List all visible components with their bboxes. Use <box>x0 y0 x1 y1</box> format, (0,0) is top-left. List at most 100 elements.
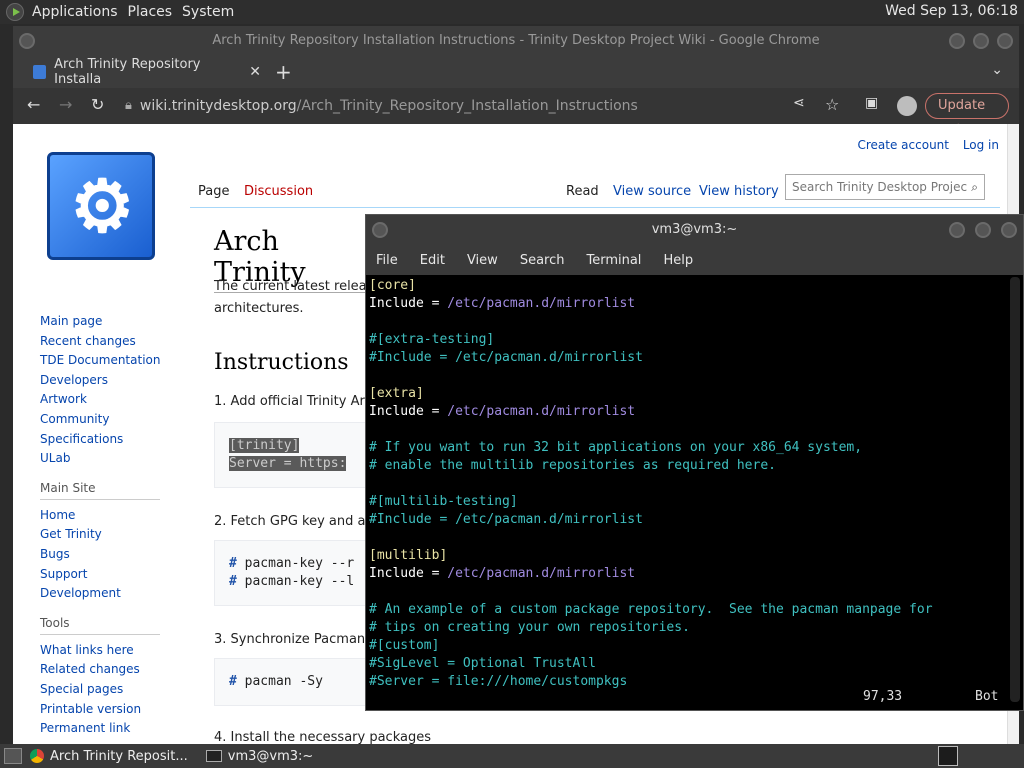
tab-discussion[interactable]: Discussion <box>244 184 313 199</box>
terminal-menu-file[interactable]: File <box>376 253 398 268</box>
bookmark-star-icon[interactable]: ☆ <box>825 95 839 114</box>
logo-gear-icon: ⚙ <box>70 163 135 248</box>
sidebar-link-community[interactable]: Community <box>40 410 185 430</box>
sidebar-link-get-trinity[interactable]: Get Trinity <box>40 525 185 545</box>
search-icon[interactable]: ⌕ <box>971 175 978 199</box>
create-account-link[interactable]: Create account <box>857 138 949 152</box>
reload-icon[interactable]: ↻ <box>91 95 104 114</box>
terminal-window-menu-icon[interactable] <box>372 222 388 238</box>
intro-line: architectures. <box>214 301 304 316</box>
task-button-terminal[interactable]: vm3@vm3:~ <box>198 749 313 764</box>
applications-menu[interactable]: Applications <box>32 4 128 20</box>
tab-view-source[interactable]: View source <box>613 184 691 199</box>
tab-view-history[interactable]: View history <box>699 184 779 199</box>
side-panel-icon[interactable]: ▣ <box>865 95 878 111</box>
trinity-menu-icon[interactable] <box>6 3 24 21</box>
clock[interactable]: Wed Sep 13, 06:18 <box>885 3 1018 19</box>
window-menu-icon[interactable] <box>19 33 35 49</box>
tray-applet-icon[interactable] <box>938 746 958 766</box>
code-line: pacman -Sy <box>244 674 323 689</box>
sidebar-link-support[interactable]: Support <box>40 565 185 585</box>
tab-page[interactable]: Page <box>198 184 229 199</box>
terminal-maximize-icon[interactable] <box>975 222 991 238</box>
wiki-sidebar: Main page Recent changes TDE Documentati… <box>40 312 185 739</box>
lock-icon[interactable]: 🔒︎ <box>125 92 132 120</box>
sidebar-link-main-page[interactable]: Main page <box>40 312 185 332</box>
taskbar: Arch Trinity Reposit... vm3@vm3:~ <box>0 744 1024 768</box>
top-panel: Applications Places System Wed Sep 13, 0… <box>0 0 1024 24</box>
config-value: /etc/pacman.d/mirrorlist <box>447 566 636 581</box>
sidebar-link-specifications[interactable]: Specifications <box>40 430 185 450</box>
terminal-minimize-icon[interactable] <box>949 222 965 238</box>
terminal-line: Include = /etc/pacman.d/mirrorlist <box>369 295 1009 313</box>
sidebar-header-tools: Tools <box>40 616 160 635</box>
trinity-wiki-logo[interactable]: ⚙ <box>47 152 155 260</box>
browser-tab[interactable]: Arch Trinity Repository Installa ✕ <box>21 56 261 88</box>
sidebar-link-permanent-link[interactable]: Permanent link <box>40 719 185 739</box>
sidebar-link-related-changes[interactable]: Related changes <box>40 660 185 680</box>
config-key: Include = <box>369 296 448 311</box>
code-line: pacman-key --r <box>244 556 355 571</box>
forward-icon[interactable]: → <box>59 95 72 114</box>
tab-close-icon[interactable]: ✕ <box>249 64 261 80</box>
show-desktop-icon[interactable] <box>4 748 22 764</box>
sidebar-link-home[interactable]: Home <box>40 506 185 526</box>
tab-search-chevron-icon[interactable]: ⌄ <box>991 62 1003 78</box>
sidebar-link-what-links-here[interactable]: What links here <box>40 641 185 661</box>
places-menu[interactable]: Places <box>128 4 183 20</box>
share-icon[interactable]: ⋖ <box>793 95 805 111</box>
instructions-heading: Instructions <box>214 350 349 375</box>
wiki-search-input[interactable]: Search Trinity Desktop Projec ⌕ <box>785 174 985 200</box>
sidebar-header-main-site: Main Site <box>40 481 160 500</box>
browser-window-title: Arch Trinity Repository Installation Ins… <box>212 33 820 48</box>
profile-avatar-icon[interactable] <box>897 96 917 116</box>
tab-read[interactable]: Read <box>566 184 599 199</box>
terminal-menu-terminal[interactable]: Terminal <box>586 253 641 268</box>
terminal-menu-search[interactable]: Search <box>520 253 565 268</box>
back-icon[interactable]: ← <box>27 95 40 114</box>
search-placeholder: Search Trinity Desktop Projec <box>792 180 968 194</box>
log-in-link[interactable]: Log in <box>963 138 999 152</box>
maximize-icon[interactable] <box>973 33 989 49</box>
terminal-menu-view[interactable]: View <box>467 253 498 268</box>
sidebar-link-bugs[interactable]: Bugs <box>40 545 185 565</box>
sidebar-link-recent-changes[interactable]: Recent changes <box>40 332 185 352</box>
browser-title-bar[interactable]: Arch Trinity Repository Installation Ins… <box>13 26 1019 56</box>
terminal-menu-edit[interactable]: Edit <box>420 253 445 268</box>
code-block-gpg[interactable]: # pacman-key --r # pacman-key --l <box>214 540 374 606</box>
config-value: /etc/pacman.d/mirrorlist <box>447 404 636 419</box>
minimize-icon[interactable] <box>949 33 965 49</box>
sidebar-link-special-pages[interactable]: Special pages <box>40 680 185 700</box>
cursor-position: 97,33 <box>863 689 903 704</box>
config-key: Include = <box>369 566 448 581</box>
code-line: Server = https: <box>229 456 347 471</box>
terminal-close-icon[interactable] <box>1001 222 1017 238</box>
sidebar-link-ulab[interactable]: ULab <box>40 449 185 469</box>
terminal-line: # tips on creating your own repositories… <box>369 620 690 635</box>
close-icon[interactable] <box>997 33 1013 49</box>
address-bar[interactable]: 🔒︎ wiki.trinitydesktop.org/Arch_Trinity_… <box>125 92 685 120</box>
terminal-icon <box>205 750 222 762</box>
update-button[interactable]: Update ⋮ <box>925 93 1009 137</box>
sidebar-link-printable-version[interactable]: Printable version <box>40 700 185 720</box>
new-tab-icon[interactable]: + <box>275 60 292 84</box>
url-host: wiki.trinitydesktop.org <box>139 98 297 114</box>
sidebar-link-developers[interactable]: Developers <box>40 371 185 391</box>
sidebar-link-tde-documentation[interactable]: TDE Documentation <box>40 351 185 371</box>
url-path: /Arch_Trinity_Repository_Installation_In… <box>296 98 638 114</box>
sidebar-link-development[interactable]: Development <box>40 584 185 604</box>
code-block-sync[interactable]: # pacman -Sy <box>214 658 374 706</box>
code-block-repo[interactable]: [trinity] Server = https: <box>214 422 374 488</box>
task-button-browser[interactable]: Arch Trinity Reposit... <box>0 748 188 764</box>
system-menu[interactable]: System <box>182 4 244 20</box>
terminal-line: [multilib] <box>369 548 448 563</box>
sidebar-link-artwork[interactable]: Artwork <box>40 390 185 410</box>
terminal-text-area[interactable]: [core] Include = /etc/pacman.d/mirrorlist… <box>369 277 1009 709</box>
terminal-scrollbar[interactable] <box>1010 277 1020 702</box>
terminal-menu-help[interactable]: Help <box>663 253 693 268</box>
terminal-title-bar[interactable]: vm3@vm3:~ <box>366 215 1023 245</box>
terminal-line: #[multilib-testing] <box>369 494 518 509</box>
